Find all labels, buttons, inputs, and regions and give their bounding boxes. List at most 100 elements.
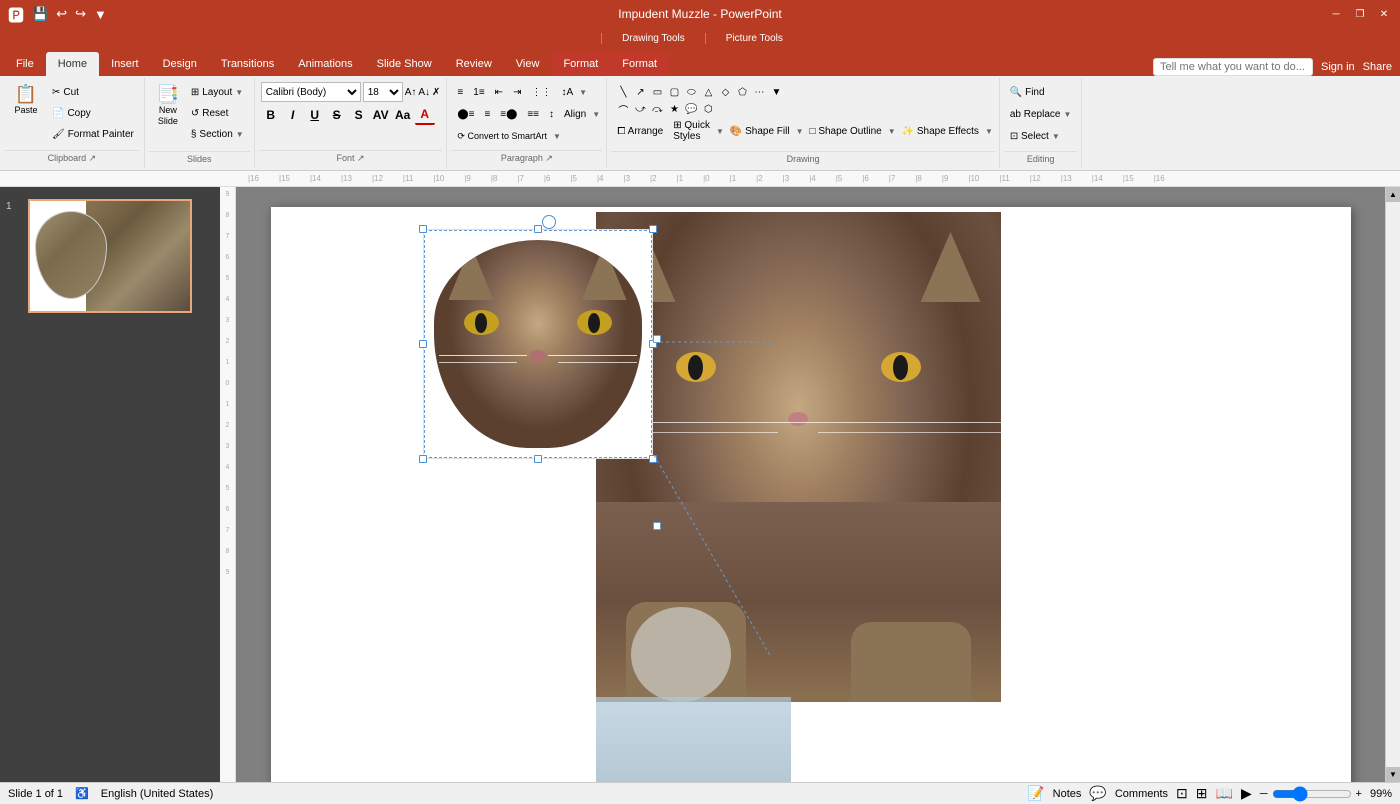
- shape-more[interactable]: ⋯: [751, 84, 767, 100]
- columns-button[interactable]: ⋮⋮: [527, 82, 555, 102]
- tab-transitions[interactable]: Transitions: [209, 52, 286, 76]
- layout-button[interactable]: ⊞ Layout ▼: [187, 82, 248, 102]
- vertical-scrollbar[interactable]: ▲ ▼: [1385, 187, 1400, 782]
- paste-button[interactable]: 📋 Paste: [6, 82, 46, 119]
- decrease-indent-button[interactable]: ⇤: [491, 82, 507, 102]
- restore-button[interactable]: ❐: [1352, 6, 1368, 22]
- cut-button[interactable]: ✂ Cut: [48, 82, 138, 102]
- handle-tl[interactable]: [419, 225, 427, 233]
- convert-smartart-button[interactable]: ⟳ Convert to SmartArt: [453, 126, 551, 146]
- handle-tr[interactable]: [649, 225, 657, 233]
- tab-file[interactable]: File: [4, 52, 46, 76]
- reset-button[interactable]: ↺ Reset: [187, 103, 248, 123]
- shape-action[interactable]: ⬡: [700, 101, 716, 117]
- zoom-level[interactable]: 99%: [1370, 788, 1392, 800]
- tab-design[interactable]: Design: [151, 52, 209, 76]
- font-family-select[interactable]: Calibri (Body): [261, 82, 361, 102]
- bold-button[interactable]: B: [261, 105, 281, 125]
- tab-animations[interactable]: Animations: [286, 52, 364, 76]
- zoom-in-icon[interactable]: +: [1356, 788, 1362, 800]
- shape-conn2[interactable]: ⤻: [632, 101, 648, 117]
- small-cat-image[interactable]: [423, 229, 653, 459]
- select-button[interactable]: ⊡ Select ▼: [1006, 126, 1064, 146]
- handle-br[interactable]: [649, 455, 657, 463]
- handle-tm[interactable]: [534, 225, 542, 233]
- align-text-button[interactable]: Align: [560, 104, 590, 124]
- shape-callout[interactable]: 💬: [683, 101, 699, 117]
- comments-label[interactable]: Comments: [1115, 788, 1168, 800]
- scroll-up[interactable]: ▲: [1386, 187, 1400, 202]
- new-slide-button[interactable]: 📑 NewSlide: [151, 82, 185, 130]
- sign-in-button[interactable]: Sign in: [1321, 61, 1355, 73]
- save-button[interactable]: 💾: [30, 4, 50, 24]
- notes-button[interactable]: 📝: [1027, 785, 1044, 802]
- find-button[interactable]: 🔍 Find: [1006, 82, 1049, 102]
- shape-diamond[interactable]: ◇: [717, 84, 733, 100]
- slide-sorter-button[interactable]: ⊞: [1196, 785, 1208, 802]
- shape-line[interactable]: ╲: [615, 84, 631, 100]
- tab-view[interactable]: View: [504, 52, 552, 76]
- accessibility-icon[interactable]: ♿: [75, 787, 89, 800]
- handle-connect-1[interactable]: [653, 335, 661, 343]
- handle-connect-2[interactable]: [653, 522, 661, 530]
- redo-button[interactable]: ↪: [73, 4, 88, 24]
- align-right-button[interactable]: ≡⬤: [496, 104, 521, 124]
- case-button[interactable]: Aa: [393, 105, 413, 125]
- slide-1-thumbnail[interactable]: [28, 199, 192, 313]
- format-painter-button[interactable]: 🖌 Format Painter: [48, 124, 138, 144]
- shape-triangle[interactable]: △: [700, 84, 716, 100]
- italic-button[interactable]: I: [283, 105, 303, 125]
- shape-conn3[interactable]: ⤼: [649, 101, 665, 117]
- scroll-down[interactable]: ▼: [1386, 767, 1400, 782]
- shape-rounded[interactable]: ▢: [666, 84, 682, 100]
- shape-oval[interactable]: ⬭: [683, 84, 699, 100]
- shape-conn1[interactable]: ⌒: [615, 101, 631, 117]
- clear-format-button[interactable]: ✗: [432, 87, 440, 98]
- shape-rect[interactable]: ▭: [649, 84, 665, 100]
- strikethrough-button[interactable]: S: [327, 105, 347, 125]
- increase-font-button[interactable]: A↑: [405, 87, 417, 98]
- quick-styles-button[interactable]: ⊞ QuickStyles: [669, 121, 714, 141]
- close-button[interactable]: ✕: [1376, 6, 1392, 22]
- notes-label[interactable]: Notes: [1053, 788, 1082, 800]
- normal-view-button[interactable]: ⊡: [1176, 785, 1188, 802]
- comments-button[interactable]: 💬: [1089, 785, 1106, 802]
- tab-review[interactable]: Review: [444, 52, 504, 76]
- section-button[interactable]: § Section ▼: [187, 124, 248, 144]
- shape-outline-button[interactable]: □ Shape Outline: [806, 121, 886, 141]
- shape-fill-button[interactable]: 🎨 Shape Fill: [726, 121, 794, 141]
- shadow-button[interactable]: S: [349, 105, 369, 125]
- slideshow-button[interactable]: ▶: [1241, 785, 1252, 802]
- shape-arrow[interactable]: ↗: [632, 84, 648, 100]
- underline-button[interactable]: U: [305, 105, 325, 125]
- zoom-range[interactable]: [1272, 786, 1352, 802]
- decrease-font-button[interactable]: A↓: [418, 87, 430, 98]
- shape-pentagon[interactable]: ⬠: [734, 84, 750, 100]
- font-color-button[interactable]: A: [415, 105, 435, 125]
- handle-bl[interactable]: [419, 455, 427, 463]
- rotation-handle[interactable]: [542, 215, 556, 229]
- replace-button[interactable]: ab Replace ▼: [1006, 104, 1076, 124]
- tab-home[interactable]: Home: [46, 52, 99, 76]
- slide-canvas[interactable]: [271, 207, 1351, 782]
- shape-star[interactable]: ★: [666, 101, 682, 117]
- handle-bm[interactable]: [534, 455, 542, 463]
- shape-effects-button[interactable]: ✨ Shape Effects: [898, 121, 983, 141]
- minimize-button[interactable]: ─: [1328, 6, 1344, 22]
- line-spacing-button[interactable]: ↕: [545, 104, 558, 124]
- tab-insert[interactable]: Insert: [99, 52, 151, 76]
- reading-view-button[interactable]: 📖: [1216, 785, 1233, 802]
- arrange-button[interactable]: ⧠ Arrange: [613, 121, 667, 141]
- undo-button[interactable]: ↩: [54, 4, 69, 24]
- share-button[interactable]: Share: [1363, 61, 1392, 73]
- zoom-slider[interactable]: ─ +: [1260, 786, 1362, 802]
- zoom-out-icon[interactable]: ─: [1260, 788, 1268, 800]
- tab-slideshow[interactable]: Slide Show: [365, 52, 444, 76]
- handle-ml[interactable]: [419, 340, 427, 348]
- font-size-select[interactable]: 18: [363, 82, 403, 102]
- search-input[interactable]: [1153, 58, 1313, 76]
- tab-format-picture[interactable]: Format: [610, 52, 669, 76]
- align-left-button[interactable]: ⬤≡: [453, 104, 478, 124]
- justify-button[interactable]: ≡≡: [523, 104, 543, 124]
- bullets-button[interactable]: ≡: [453, 82, 467, 102]
